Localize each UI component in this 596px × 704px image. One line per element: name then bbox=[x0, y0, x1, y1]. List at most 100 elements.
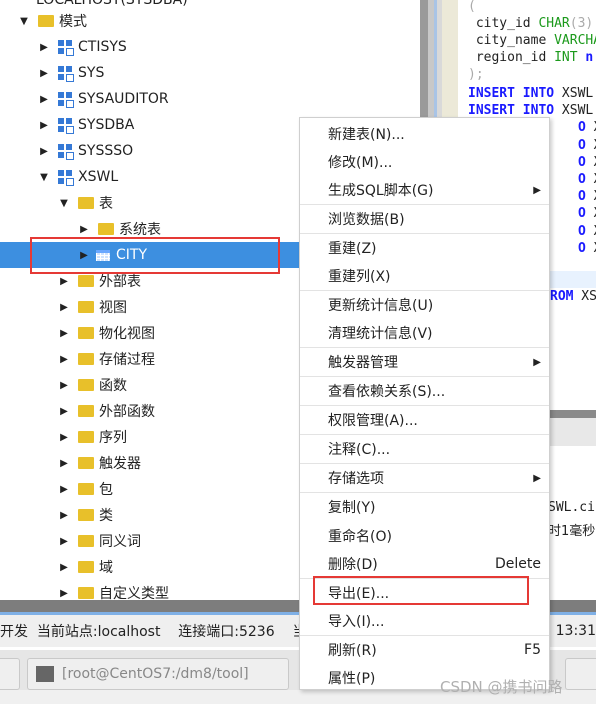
menu-item-label: 浏览数据(B) bbox=[328, 212, 405, 228]
menu-item[interactable]: 重建(Z) bbox=[300, 234, 549, 262]
menu-item[interactable]: 浏览数据(B) bbox=[300, 205, 549, 233]
tree-item[interactable]: ▼ 模式 bbox=[0, 8, 420, 34]
tree-item-label: 视图 bbox=[99, 300, 127, 316]
highlight-box-export bbox=[313, 576, 529, 605]
menu-item[interactable]: 重建列(X) bbox=[300, 262, 549, 290]
menu-item[interactable]: 权限管理(A)... bbox=[300, 406, 549, 434]
menu-item[interactable]: 生成SQL脚本(G) ▶ bbox=[300, 176, 549, 204]
code-token: ( bbox=[468, 0, 476, 14]
code-line: O XSWL bbox=[578, 120, 596, 135]
menu-item[interactable]: 修改(M)... bbox=[300, 148, 549, 176]
code-token: XSWL bbox=[586, 241, 596, 256]
folder-icon bbox=[78, 275, 94, 287]
taskbar-terminal-button[interactable]: [root@CentOS7:/dm8/tool] bbox=[27, 658, 289, 690]
menu-item-label: 重建列(X) bbox=[328, 269, 391, 285]
menu-item[interactable]: 新建表(N)... bbox=[300, 120, 549, 148]
tree-item-label: 函数 bbox=[99, 378, 127, 394]
menu-item-label: 重建(Z) bbox=[328, 241, 377, 257]
schema-icon bbox=[58, 170, 74, 186]
expand-arrow-icon[interactable]: ▶ bbox=[38, 94, 50, 105]
expand-arrow-icon[interactable]: ▶ bbox=[58, 484, 70, 495]
menu-item-label: 注释(C)... bbox=[328, 442, 391, 458]
collapse-arrow-icon[interactable]: ▼ bbox=[18, 16, 30, 27]
menu-item-label: 生成SQL脚本(G) bbox=[328, 183, 434, 199]
show-desktop-button[interactable] bbox=[0, 658, 20, 690]
menu-item[interactable]: 注释(C)... bbox=[300, 435, 549, 463]
menu-item[interactable]: 刷新(R) F5 bbox=[300, 636, 549, 664]
menu-item-label: 删除(D) bbox=[328, 557, 378, 573]
code-token: CHAR bbox=[538, 16, 570, 31]
expand-arrow-icon[interactable]: ▶ bbox=[58, 302, 70, 313]
code-token: XSWL bbox=[586, 155, 596, 170]
schema-icon bbox=[58, 66, 74, 82]
expand-arrow-icon[interactable]: ▶ bbox=[58, 536, 70, 547]
expand-arrow-icon[interactable]: ▶ bbox=[58, 328, 70, 339]
menu-item-label: 权限管理(A)... bbox=[328, 413, 418, 429]
tree-item-label: SYSDBA bbox=[78, 117, 135, 133]
menu-item[interactable]: 删除(D) Delete bbox=[300, 550, 549, 578]
code-line: O XSWL bbox=[578, 224, 596, 239]
taskbar-app-button[interactable] bbox=[565, 658, 596, 690]
tree-item-label: 同义词 bbox=[99, 534, 141, 550]
code-token: XSWL bbox=[586, 224, 596, 239]
code-line: O XSWL bbox=[578, 172, 596, 187]
tree-item[interactable]: ▶ CTISYS bbox=[0, 34, 420, 60]
tree-item-label: 序列 bbox=[99, 430, 127, 446]
expand-arrow-icon[interactable]: ▶ bbox=[58, 458, 70, 469]
menu-item[interactable]: 导入(I)... bbox=[300, 607, 549, 635]
menu-item[interactable]: 触发器管理 ▶ bbox=[300, 348, 549, 376]
expand-arrow-icon[interactable]: ▶ bbox=[38, 120, 50, 131]
tree-item-label: 类 bbox=[99, 508, 113, 524]
watermark: CSDN @携书问路 bbox=[440, 678, 563, 696]
expand-arrow-icon[interactable]: ▶ bbox=[38, 42, 50, 53]
tree-item[interactable]: ▶ SYSAUDITOR bbox=[0, 86, 420, 112]
expand-arrow-icon[interactable]: ▶ bbox=[58, 276, 70, 287]
code-token: INSERT INTO bbox=[468, 103, 555, 119]
collapse-arrow-icon[interactable]: ▼ bbox=[58, 198, 70, 209]
menu-item[interactable]: 重命名(O) bbox=[300, 522, 549, 550]
expand-arrow-icon[interactable]: ▶ bbox=[58, 406, 70, 417]
expand-arrow-icon[interactable]: ▶ bbox=[58, 588, 70, 599]
tree-item-label: 外部函数 bbox=[99, 404, 155, 420]
tree-item-label: 包 bbox=[99, 482, 113, 498]
menu-item-label: 属性(P) bbox=[328, 671, 376, 687]
code-token: XSWL bbox=[586, 120, 596, 135]
tree-item[interactable]: ▶ SYS bbox=[0, 60, 420, 86]
tree-item-label: XSWL bbox=[78, 169, 119, 185]
collapse-arrow-icon[interactable]: ▼ bbox=[38, 172, 50, 183]
code-line: city_name VARCHAR bbox=[468, 33, 596, 48]
folder-icon bbox=[78, 535, 94, 547]
submenu-arrow-icon: ▶ bbox=[533, 356, 541, 368]
tree-item-label: 触发器 bbox=[99, 456, 141, 472]
code-token: INSERT INTO bbox=[468, 86, 555, 101]
schema-icon bbox=[58, 40, 74, 56]
code-line: INSERT INTO XSWL bbox=[468, 103, 593, 118]
tree-item-label: 模式 bbox=[59, 14, 87, 30]
status-site: 当前站点:localhost bbox=[36, 624, 161, 640]
code-token: O bbox=[578, 120, 586, 136]
menu-shortcut: Delete bbox=[495, 556, 541, 572]
expand-arrow-icon[interactable]: ▶ bbox=[38, 68, 50, 79]
expand-arrow-icon[interactable]: ▶ bbox=[58, 354, 70, 365]
code-line: ( bbox=[468, 0, 476, 14]
menu-item[interactable]: 查看依赖关系(S)... bbox=[300, 377, 549, 405]
code-token: O bbox=[578, 189, 586, 205]
menu-item[interactable]: 复制(Y) bbox=[300, 493, 549, 521]
expand-arrow-icon[interactable]: ▶ bbox=[58, 510, 70, 521]
expand-arrow-icon[interactable]: ▶ bbox=[58, 432, 70, 443]
code-token: region_id bbox=[468, 50, 555, 65]
menu-item-label: 重命名(O) bbox=[328, 529, 392, 545]
menu-item[interactable]: 存储选项 ▶ bbox=[300, 464, 549, 492]
folder-icon bbox=[78, 301, 94, 313]
menu-item[interactable]: 清理统计信息(V) bbox=[300, 319, 549, 347]
tree-item-label: 物化视图 bbox=[99, 326, 155, 342]
menu-item[interactable]: 更新统计信息(U) bbox=[300, 291, 549, 319]
expand-arrow-icon[interactable]: ▶ bbox=[58, 562, 70, 573]
expand-arrow-icon[interactable]: ▶ bbox=[38, 146, 50, 157]
folder-icon bbox=[78, 509, 94, 521]
folder-icon bbox=[78, 561, 94, 573]
tree-item-label: 域 bbox=[99, 560, 113, 576]
expand-arrow-icon[interactable]: ▶ bbox=[78, 224, 90, 235]
code-token: (3) bbox=[569, 16, 594, 31]
expand-arrow-icon[interactable]: ▶ bbox=[58, 380, 70, 391]
